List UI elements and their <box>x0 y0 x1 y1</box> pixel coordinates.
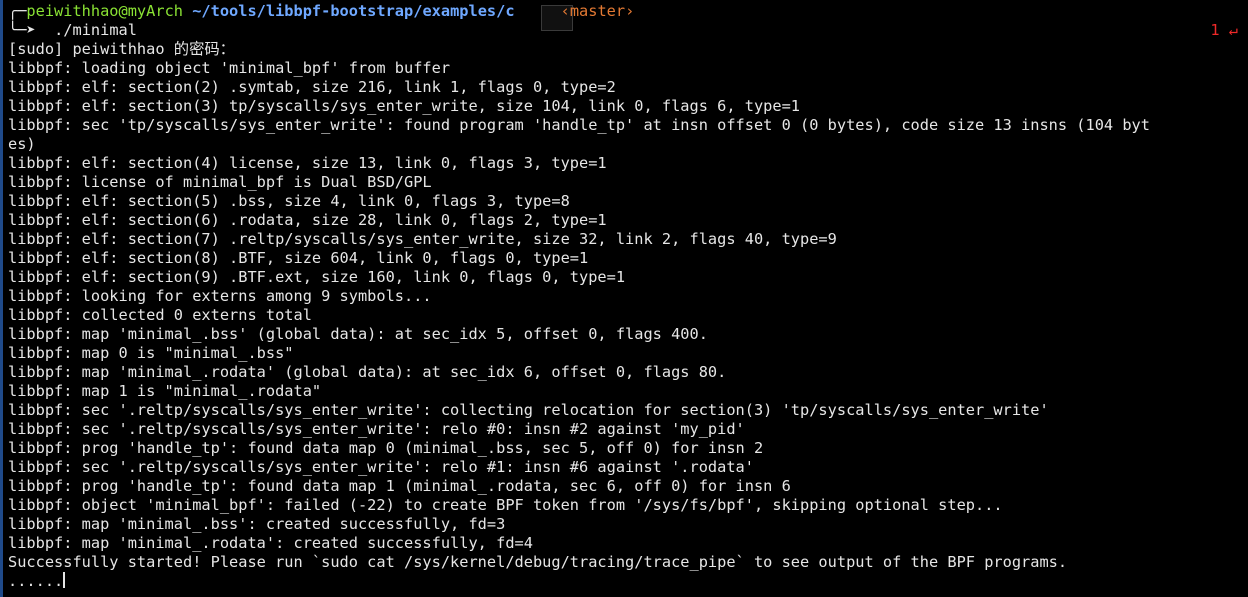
output-line: libbpf: elf: section(7) .reltp/syscalls/… <box>8 230 837 248</box>
exit-status: 1 ↵ <box>1210 21 1238 39</box>
output-line: libbpf: sec '.reltp/syscalls/sys_enter_w… <box>8 401 1049 419</box>
output-line: es) <box>8 135 36 153</box>
output-line: libbpf: elf: section(6) .rodata, size 28… <box>8 211 607 229</box>
command-line: ╰─➤ ./minimal <box>8 21 137 40</box>
prompt-line: ╭─peiwithhao@myArch ~/tools/libbpf-boots… <box>8 2 634 21</box>
output-line: libbpf: elf: section(4) license, size 13… <box>8 154 607 172</box>
prompt-branch: ‹master› <box>560 2 635 20</box>
output-line: libbpf: prog 'handle_tp': found data map… <box>8 439 764 457</box>
output-line: libbpf: map 'minimal_.rodata' (global da… <box>8 363 727 381</box>
output-line: libbpf: object 'minimal_bpf': failed (-2… <box>8 496 1003 514</box>
output-line: libbpf: elf: section(8) .BTF, size 604, … <box>8 249 589 267</box>
output-line: libbpf: map 'minimal_.rodata': created s… <box>8 534 533 552</box>
output-line: libbpf: map 0 is "minimal_.bss" <box>8 344 294 362</box>
output-line: libbpf: prog 'handle_tp': found data map… <box>8 477 791 495</box>
output-line: libbpf: elf: section(3) tp/syscalls/sys_… <box>8 97 801 115</box>
output-line: ...... <box>8 572 66 590</box>
output-line: libbpf: map 'minimal_.bss' (global data)… <box>8 325 708 343</box>
output-line: [sudo] peiwithhao 的密码： <box>8 40 235 58</box>
output-line: libbpf: map 'minimal_.bss': created succ… <box>8 515 506 533</box>
output-line: libbpf: sec '.reltp/syscalls/sys_enter_w… <box>8 458 754 476</box>
output-line: libbpf: looking for externs among 9 symb… <box>8 287 432 305</box>
output-line: libbpf: sec 'tp/syscalls/sys_enter_write… <box>8 116 1150 134</box>
prompt-user-host: peiwithhao@myArch <box>26 2 183 20</box>
text-cursor <box>63 572 66 588</box>
output-line: Successfully started! Please run `sudo c… <box>8 553 1068 571</box>
output-line: libbpf: map 1 is "minimal_.rodata" <box>8 382 322 400</box>
gutter-bar <box>0 0 3 597</box>
command-text: ./minimal <box>54 21 137 39</box>
output-line: libbpf: license of minimal_bpf is Dual B… <box>8 173 432 191</box>
output-line: libbpf: elf: section(9) .BTF.ext, size 1… <box>8 268 626 286</box>
output-line: libbpf: loading object 'minimal_bpf' fro… <box>8 59 451 77</box>
prompt-corner-top: ╭─ <box>8 2 27 20</box>
prompt-corner-bottom: ╰─➤ <box>8 21 55 39</box>
terminal-window[interactable]: ╭─peiwithhao@myArch ~/tools/libbpf-boots… <box>0 0 1248 597</box>
output-line: libbpf: elf: section(5) .bss, size 4, li… <box>8 192 570 210</box>
output-line: libbpf: sec '.reltp/syscalls/sys_enter_w… <box>8 420 745 438</box>
output-line: libbpf: elf: section(2) .symtab, size 21… <box>8 78 616 96</box>
output-line: libbpf: collected 0 externs total <box>8 306 312 324</box>
prompt-path: ~/tools/libbpf-bootstrap/examples/c <box>192 2 515 20</box>
